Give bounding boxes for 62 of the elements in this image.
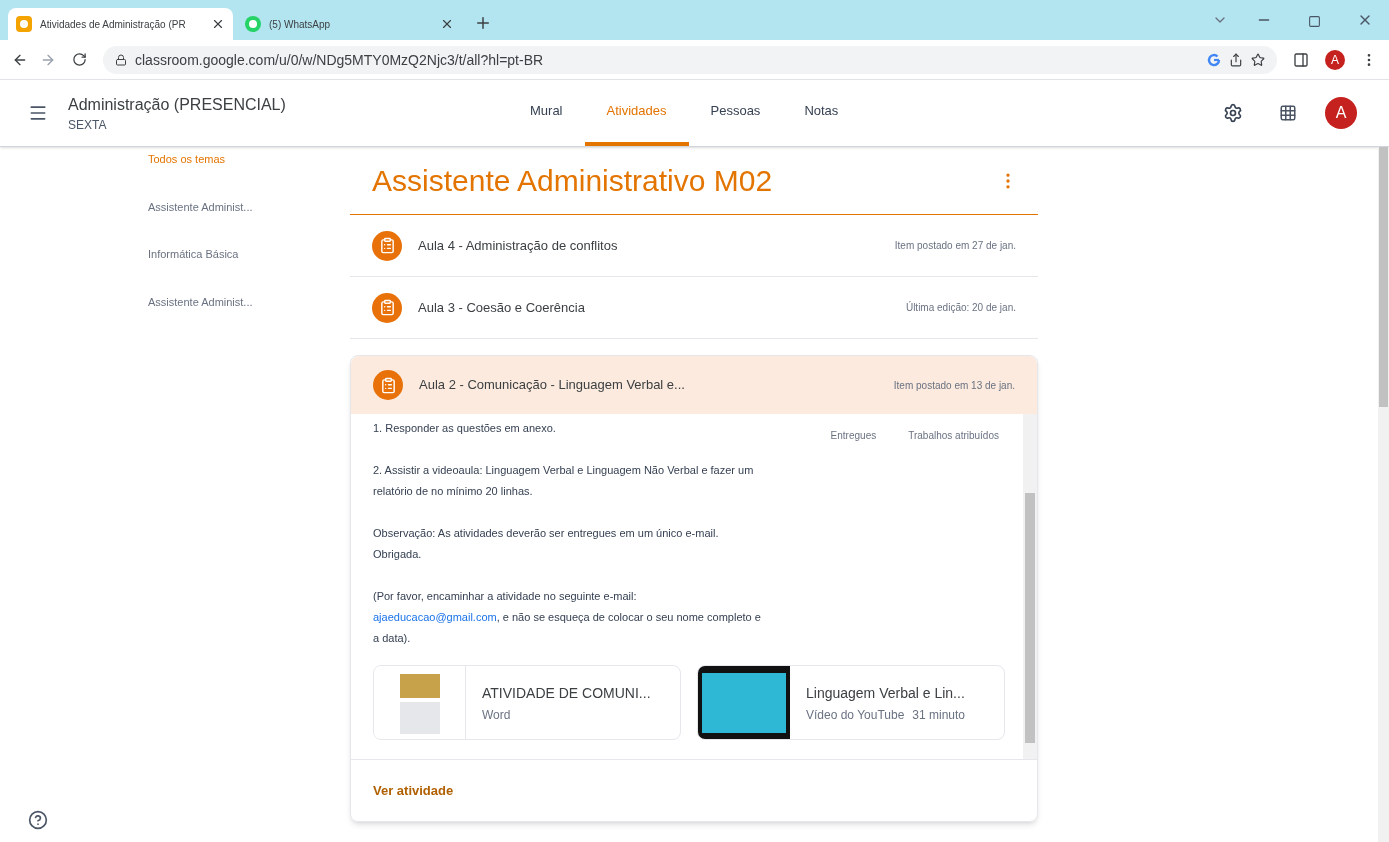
assignment-icon: [372, 230, 402, 261]
assignment-row[interactable]: Aula 4 - Administração de conflitos Item postado em 27 de jan.: [350, 215, 1038, 277]
reload-icon[interactable]: [72, 52, 87, 67]
assignment-icon: [372, 292, 402, 323]
page-scrollbar[interactable]: [1378, 147, 1389, 842]
stat-label: Entregues: [830, 429, 877, 443]
url-text: classroom.google.com/u/0/w/NDg5MTY0MzQ2Njc3/t/all?hl=pt-BR: [135, 50, 545, 70]
classroom-favicon-icon: [16, 16, 32, 32]
profile-avatar[interactable]: A: [1325, 49, 1345, 70]
address-bar[interactable]: classroom.google.com/u/0/w/NDg5MTY0MzQ2Njc3/t/all?hl=pt-BR: [103, 45, 1277, 74]
menu-icon[interactable]: [28, 103, 48, 123]
course-section: SEXTA: [68, 117, 468, 133]
nav-tab[interactable]: Mural: [508, 80, 585, 146]
attachment-type: Word: [482, 706, 511, 723]
share-icon[interactable]: [1229, 52, 1243, 67]
topic-link[interactable]: Assistente Administ...: [148, 198, 350, 215]
user-avatar[interactable]: A: [1325, 97, 1357, 129]
description-paragraph: 2. Assistir a videoaula: Linguagem Verbal e Linguagem Não Verbal e fazer um relatório de no mínimo 20 linhas.: [373, 463, 755, 499]
nav-tab[interactable]: Notas: [782, 80, 861, 146]
attachment-type: Vídeo do YouTube: [806, 706, 905, 723]
video-duration: 31 minuto: [912, 706, 966, 723]
tab-title: (5) WhatsApp: [269, 17, 332, 32]
attachment-card[interactable]: Linguagem Verbal e Lin... Vídeo do YouTube 31 minuto: [697, 665, 1005, 740]
topic-link[interactable]: Informática Básica: [148, 246, 350, 263]
description-paragraph: (Por favor, encaminhar a atividade no seguinte e-mail: ajaeducacao@gmail.com, e não se esqueça de colocar o seu nome completo e a data).: [373, 589, 762, 646]
side-panel-icon[interactable]: [1293, 51, 1309, 68]
apps-grid-icon[interactable]: [1279, 104, 1297, 122]
assignment-date: Item postado em 13 de jan.: [893, 378, 1015, 393]
new-tab-icon[interactable]: [474, 14, 492, 32]
attachment-card[interactable]: ATIVIDADE DE COMUNI... Word: [373, 665, 681, 740]
assignment-title: Aula 2 - Comunicação - Linguagem Verbal e...: [419, 376, 686, 395]
description-paragraph: Observação: As atividades deverão ser entregues em um único e-mail. Obrigada.: [373, 526, 720, 562]
description-paragraph: 1. Responder as questões em anexo.: [373, 421, 557, 436]
attachment-title: Linguagem Verbal e Lin...: [806, 683, 966, 703]
assignment-title: Aula 4 - Administração de conflitos: [418, 236, 619, 255]
bookmark-star-icon[interactable]: [1251, 52, 1265, 67]
close-icon[interactable]: [440, 17, 454, 31]
tab-title: Atividades de Administração (PR: [40, 17, 187, 32]
help-icon[interactable]: [28, 810, 48, 830]
topic-link[interactable]: Assistente Administ...: [148, 293, 350, 310]
google-icon[interactable]: [1207, 52, 1221, 67]
assignment-row[interactable]: Aula 2 - Comunicação - Linguagem Verbal e... Item postado em 13 de jan.: [351, 356, 1037, 414]
close-icon[interactable]: [211, 17, 225, 31]
scrollbar[interactable]: [1023, 414, 1037, 759]
nav-tab[interactable]: Pessoas: [688, 80, 783, 146]
email-link[interactable]: ajaeducacao@gmail.com: [373, 611, 497, 623]
view-assignment-link[interactable]: Ver atividade: [373, 780, 454, 801]
chat-favicon-icon: [245, 16, 261, 32]
settings-icon[interactable]: [1223, 103, 1243, 123]
assignment-date: Item postado em 27 de jan.: [894, 239, 1016, 253]
lock-icon: [115, 53, 127, 66]
assignment-title: Aula 3 - Coesão e Coerência: [418, 298, 586, 317]
browser-tab[interactable]: (5) WhatsApp: [237, 8, 462, 40]
stat-label: Trabalhos atribuídos: [908, 429, 999, 443]
assignment-date: Última edição: 20 de jan.: [905, 300, 1016, 315]
assignment-row[interactable]: Aula 3 - Coesão e Coerência Última edição: 20 de jan.: [350, 277, 1038, 339]
maximize-icon[interactable]: [1308, 15, 1321, 28]
assignment-icon: [373, 370, 403, 400]
attachment-title: ATIVIDADE DE COMUNI...: [482, 683, 651, 703]
browser-tab[interactable]: Atividades de Administração (PR: [8, 8, 233, 40]
topic-heading: Assistente Administrativo M02: [372, 163, 773, 199]
course-title[interactable]: Administração (PRESENCIAL): [68, 93, 468, 117]
